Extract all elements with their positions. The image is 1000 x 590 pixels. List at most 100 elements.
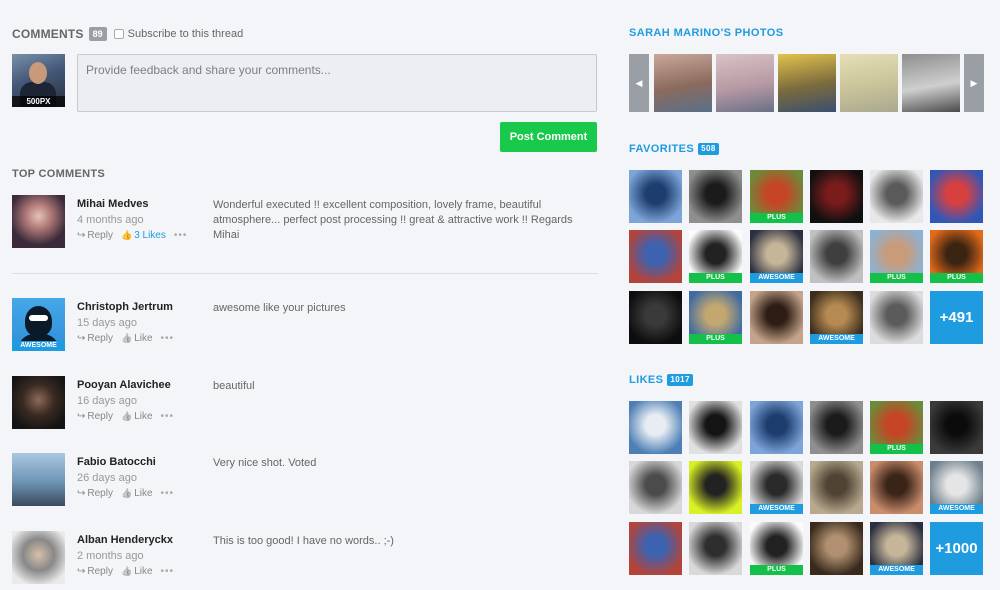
like-avatar[interactable] xyxy=(930,401,983,454)
photo-carousel: ◀ ▶ xyxy=(629,54,984,112)
thumbs-up-icon: 👍 xyxy=(120,488,133,498)
favorites-title-label[interactable]: FAVORITES xyxy=(629,143,694,155)
favorite-avatar[interactable]: PLUS xyxy=(750,170,803,223)
like-avatar[interactable] xyxy=(810,461,863,514)
like-avatar[interactable] xyxy=(629,401,682,454)
post-comment-button[interactable]: Post Comment xyxy=(500,122,597,152)
reply-button[interactable]: ↪ Reply xyxy=(77,566,113,577)
comment-actions: ↪ Reply 👍 Like ••• xyxy=(77,488,174,499)
subscribe-checkbox[interactable] xyxy=(113,29,124,39)
like-button[interactable]: 👍 Like xyxy=(121,488,153,499)
favorite-avatar[interactable]: AWESOME xyxy=(750,230,803,283)
favorite-avatar[interactable]: PLUS xyxy=(870,230,923,283)
favorite-avatar[interactable]: AWESOME xyxy=(810,291,863,344)
like-button[interactable]: 👍 3 Likes xyxy=(121,230,166,241)
commenter-avatar[interactable]: AWESOME xyxy=(12,298,65,351)
photo-thumbnail[interactable] xyxy=(654,54,712,112)
like-button[interactable]: 👍 Like xyxy=(121,566,153,577)
like-button[interactable]: 👍 Like xyxy=(121,333,153,344)
commenter-name[interactable]: Mihai Medves xyxy=(77,198,149,210)
like-avatar[interactable]: PLUS xyxy=(750,522,803,575)
favorite-avatar[interactable] xyxy=(629,230,682,283)
like-avatar[interactable] xyxy=(689,522,742,575)
like-avatar[interactable] xyxy=(689,461,742,514)
like-avatar[interactable]: AWESOME xyxy=(870,522,923,575)
comment-item: Fabio Batocchi 26 days ago ↪ Reply 👍 Like ••• V… xyxy=(12,453,598,508)
favorite-avatar[interactable] xyxy=(629,170,682,223)
awesome-badge: AWESOME xyxy=(870,565,923,575)
favorite-avatar[interactable] xyxy=(870,291,923,344)
commenter-name[interactable]: Alban Henderyckx xyxy=(77,534,173,546)
commenter-name[interactable]: Fabio Batocchi xyxy=(77,456,156,468)
photo-thumbnail[interactable] xyxy=(840,54,898,112)
like-avatar[interactable] xyxy=(810,522,863,575)
more-options-icon[interactable]: ••• xyxy=(161,566,175,577)
reply-icon: ↪ xyxy=(77,230,86,241)
commenter-name[interactable]: Pooyan Alavichee xyxy=(77,379,171,391)
comment-item: Pooyan Alavichee 16 days ago ↪ Reply 👍 Like ••… xyxy=(12,376,598,431)
like-avatar[interactable]: AWESOME xyxy=(750,461,803,514)
like-avatar[interactable] xyxy=(750,401,803,454)
commenter-avatar[interactable] xyxy=(12,531,65,584)
reply-button[interactable]: ↪ Reply xyxy=(77,230,113,241)
chevron-left-icon[interactable]: ◀ xyxy=(629,54,649,112)
reply-icon: ↪ xyxy=(77,333,86,344)
favorite-avatar[interactable] xyxy=(930,170,983,223)
likes-title[interactable]: LIKES 1017 xyxy=(629,374,693,386)
comment-text: awesome like your pictures xyxy=(213,302,346,314)
comment-item: Alban Henderyckx 2 months ago ↪ Reply 👍 Like •… xyxy=(12,531,598,586)
favorite-avatar[interactable] xyxy=(750,291,803,344)
like-avatar[interactable] xyxy=(629,461,682,514)
favorite-avatar[interactable] xyxy=(689,170,742,223)
comment-actions: ↪ Reply 👍 Like ••• xyxy=(77,566,174,577)
like-avatar[interactable] xyxy=(810,401,863,454)
favorite-more-button[interactable]: +491 xyxy=(930,291,983,344)
more-options-icon[interactable]: ••• xyxy=(161,411,175,422)
thumbs-up-icon: 👍 xyxy=(120,566,133,576)
awesome-badge: AWESOME xyxy=(750,273,803,283)
like-button[interactable]: 👍 Like xyxy=(121,411,153,422)
reply-button[interactable]: ↪ Reply xyxy=(77,488,113,499)
reply-button[interactable]: ↪ Reply xyxy=(77,333,113,344)
reply-label: Reply xyxy=(87,488,113,499)
like-avatar[interactable]: AWESOME xyxy=(930,461,983,514)
subscribe-toggle[interactable]: Subscribe to this thread xyxy=(113,28,243,40)
favorite-avatar[interactable]: PLUS xyxy=(930,230,983,283)
like-avatar[interactable] xyxy=(689,401,742,454)
like-avatar[interactable] xyxy=(870,461,923,514)
comment-time: 16 days ago xyxy=(77,395,137,407)
favorites-title[interactable]: FAVORITES 508 xyxy=(629,143,719,155)
thumbs-up-icon: 👍 xyxy=(120,230,133,240)
reply-button[interactable]: ↪ Reply xyxy=(77,411,113,422)
plus-badge: PLUS xyxy=(689,273,742,283)
more-options-icon[interactable]: ••• xyxy=(161,488,175,499)
commenter-avatar[interactable] xyxy=(12,376,65,429)
chevron-right-icon[interactable]: ▶ xyxy=(964,54,984,112)
photo-thumbnail[interactable] xyxy=(716,54,774,112)
likes-title-label[interactable]: LIKES xyxy=(629,374,663,386)
commenter-avatar[interactable] xyxy=(12,453,65,506)
favorite-avatar[interactable] xyxy=(629,291,682,344)
photo-thumbnail[interactable] xyxy=(902,54,960,112)
favorite-avatar[interactable]: PLUS xyxy=(689,230,742,283)
like-avatar[interactable]: PLUS xyxy=(870,401,923,454)
photos-title-label[interactable]: SARAH MARINO'S PHOTOS xyxy=(629,27,783,39)
favorite-avatar[interactable] xyxy=(810,230,863,283)
comment-input[interactable] xyxy=(77,54,597,112)
divider xyxy=(12,273,598,274)
favorite-avatar[interactable] xyxy=(870,170,923,223)
favorite-avatar[interactable]: PLUS xyxy=(689,291,742,344)
comment-time: 2 months ago xyxy=(77,550,144,562)
500px-tag: 500PX xyxy=(12,96,65,107)
like-label: Like xyxy=(134,488,153,499)
commenter-name[interactable]: Christoph Jertrum xyxy=(77,301,173,313)
more-options-icon[interactable]: ••• xyxy=(174,230,188,241)
commenter-avatar[interactable] xyxy=(12,195,65,248)
photo-thumbnail[interactable] xyxy=(778,54,836,112)
like-avatar[interactable] xyxy=(629,522,682,575)
more-options-icon[interactable]: ••• xyxy=(161,333,175,344)
photos-title[interactable]: SARAH MARINO'S PHOTOS xyxy=(629,27,783,39)
comment-text: Wonderful executed !! excellent composit… xyxy=(213,199,573,241)
like-more-button[interactable]: +1000 xyxy=(930,522,983,575)
favorite-avatar[interactable] xyxy=(810,170,863,223)
